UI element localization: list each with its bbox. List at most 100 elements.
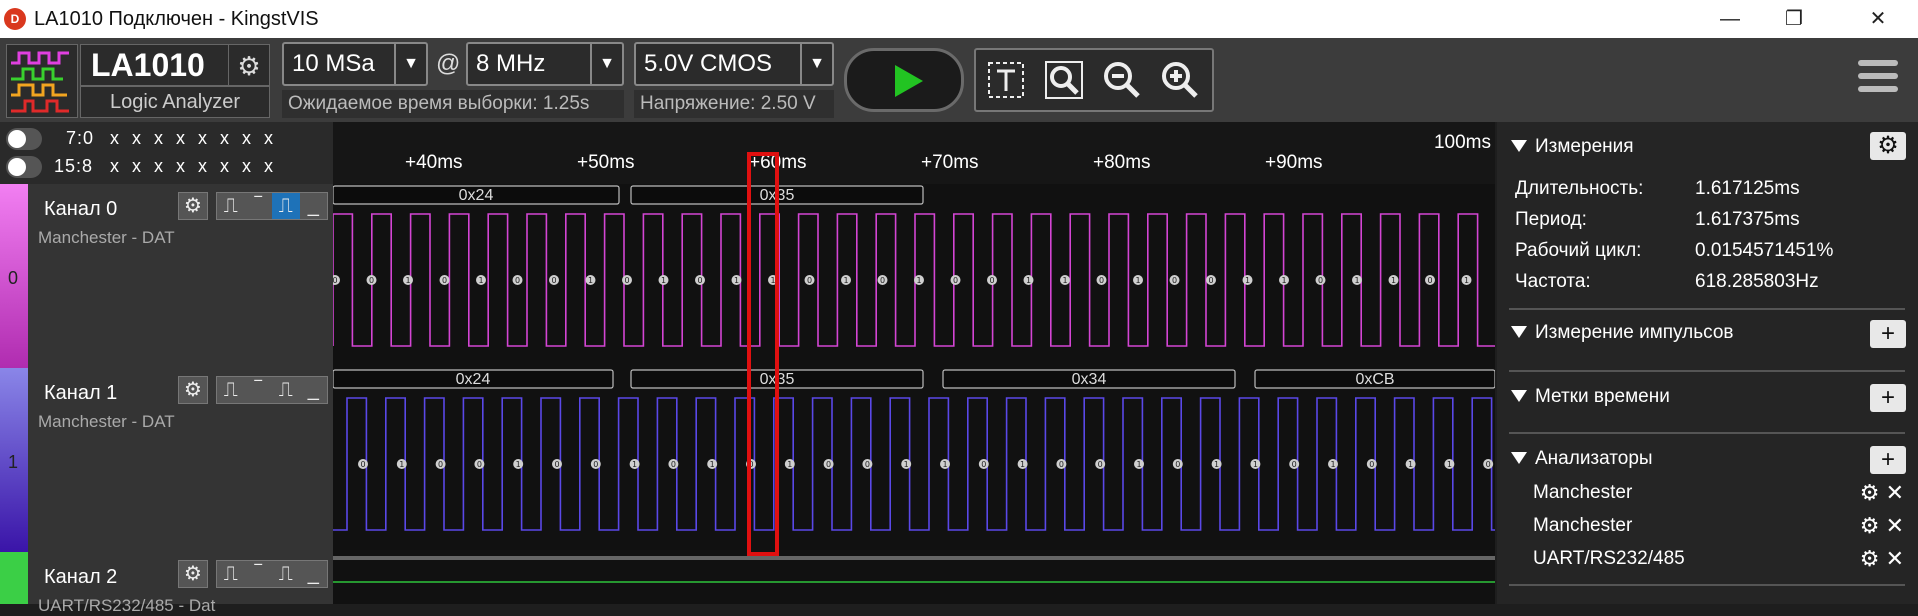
channel-settings-gear-icon[interactable]: ⚙ bbox=[178, 560, 208, 588]
channel-settings-gear-icon[interactable]: ⚙ bbox=[178, 376, 208, 404]
measurements-header[interactable]: Измерения bbox=[1511, 136, 1634, 158]
low-level-icon[interactable]: _ bbox=[300, 193, 328, 219]
gear-icon[interactable]: ⚙ bbox=[1860, 513, 1880, 538]
bit-marker-text: 1 bbox=[1330, 460, 1335, 469]
text-cursor-icon[interactable] bbox=[984, 60, 1028, 104]
rising-edge-icon[interactable]: ⎍ bbox=[217, 193, 245, 219]
analyzer-actions: ⚙ ✕ bbox=[1860, 546, 1904, 572]
highlight-box bbox=[747, 152, 779, 556]
bit-marker-text: 0 bbox=[1172, 276, 1177, 285]
minimize-button[interactable]: — bbox=[1700, 2, 1760, 36]
start-button[interactable] bbox=[844, 48, 964, 112]
bit-marker-text: 0 bbox=[1098, 460, 1103, 469]
bit-marker-text: 0 bbox=[369, 276, 374, 285]
close-icon[interactable]: ✕ bbox=[1886, 546, 1904, 571]
decode-label: 0x34 bbox=[1072, 371, 1107, 388]
analyzer-item[interactable]: Manchester bbox=[1533, 482, 1905, 504]
maximize-button[interactable]: ❐ bbox=[1764, 2, 1824, 36]
bit-marker-text: 1 bbox=[904, 460, 909, 469]
bit-group-label: 7:0 bbox=[66, 128, 95, 148]
bit-marker-text: 1 bbox=[1253, 460, 1258, 469]
toggle-switch[interactable] bbox=[6, 156, 42, 178]
frequency-select[interactable]: 8 MHz ▼ bbox=[466, 42, 624, 86]
close-icon[interactable]: ✕ bbox=[1886, 513, 1904, 538]
bit-marker-text: 1 bbox=[478, 276, 483, 285]
zoom-fit-icon[interactable] bbox=[1042, 60, 1086, 104]
add-pulse-measure-button[interactable]: + bbox=[1870, 320, 1906, 348]
measurements-settings-gear-icon[interactable]: ⚙ bbox=[1870, 132, 1906, 160]
bit-marker-text: 1 bbox=[1408, 460, 1413, 469]
bit-marker-text: 1 bbox=[734, 276, 739, 285]
trigger-controls: ⎍ ‾ ⎍ _ bbox=[216, 376, 328, 404]
high-level-icon[interactable]: ‾ bbox=[245, 561, 273, 587]
zoom-out-icon[interactable] bbox=[1100, 60, 1144, 104]
ruler-tick-label: +40ms bbox=[405, 152, 463, 173]
waveform-canvas: 0 0 1 0 1 0 0 1 0 1 0 1 1 0 1 0 1 0 0 1 1 0 1 0 0 1 1 0 1 1 0 1 0 1 0 0 1 0 0… bbox=[330, 185, 1511, 583]
decode-label: 0x24 bbox=[459, 187, 494, 204]
bit-marker-text: 1 bbox=[632, 460, 637, 469]
add-time-mark-button[interactable]: + bbox=[1870, 384, 1906, 412]
voltage-standard-select[interactable]: 5.0V CMOS ▼ bbox=[634, 42, 834, 86]
analyzer-item[interactable]: UART/RS232/485 bbox=[1533, 548, 1905, 570]
play-icon bbox=[895, 65, 923, 97]
divider bbox=[1509, 370, 1905, 372]
zoom-in-icon[interactable] bbox=[1158, 60, 1202, 104]
time-ruler[interactable]: +40ms +50ms +60ms +70ms +80ms +90ms 100m… bbox=[333, 122, 1495, 184]
close-icon[interactable]: ✕ bbox=[1886, 480, 1904, 505]
high-level-icon[interactable]: ‾ bbox=[245, 377, 273, 403]
bit-marker-text: 1 bbox=[1135, 276, 1140, 285]
channel-2-row[interactable]: Канал 2 UART/RS232/485 - Dat ⚙ ⎍ ‾ ⎍ _ bbox=[0, 552, 333, 615]
window-titlebar: D LA1010 Подключен - KingstVIS — ❐ ✕ bbox=[0, 0, 1918, 38]
at-symbol: @ bbox=[436, 50, 461, 77]
bit-marker-text: 0 bbox=[953, 276, 958, 285]
bit-marker-text: 1 bbox=[1062, 276, 1067, 285]
bit-marker-text: 1 bbox=[916, 276, 921, 285]
channel-name: Канал 2 bbox=[44, 566, 118, 588]
channel-index: 1 bbox=[8, 452, 19, 472]
low-level-icon[interactable]: _ bbox=[300, 377, 328, 403]
collapse-triangle-icon bbox=[1511, 326, 1527, 338]
toggle-switch[interactable] bbox=[6, 128, 42, 150]
falling-edge-icon[interactable]: ⎍ bbox=[272, 193, 300, 219]
ruler-tick-label: +90ms bbox=[1265, 152, 1323, 173]
bit-marker-text: 0 bbox=[624, 276, 629, 285]
rising-edge-icon[interactable]: ⎍ bbox=[217, 377, 245, 403]
high-level-icon[interactable]: ‾ bbox=[245, 193, 273, 219]
hamburger-menu-icon[interactable] bbox=[1858, 60, 1898, 96]
chevron-down-icon: ▼ bbox=[394, 44, 426, 84]
channel-1-row[interactable]: 1 Канал 1 Manchester - DAT ⚙ ⎍ ‾ ⎍ _ bbox=[0, 368, 333, 552]
gear-icon[interactable]: ⚙ bbox=[1860, 546, 1880, 571]
gear-icon[interactable]: ⚙ bbox=[1860, 480, 1880, 505]
channel-0-waveform: 00101001010110101001101001101101 bbox=[330, 213, 1497, 347]
analyzer-item[interactable]: Manchester bbox=[1533, 515, 1905, 537]
falling-edge-icon[interactable]: ⎍ bbox=[272, 377, 300, 403]
device-logo-icon bbox=[6, 44, 78, 118]
channel-color-bar bbox=[0, 552, 28, 604]
voltage-standard-value: 5.0V CMOS bbox=[644, 50, 773, 77]
falling-edge-icon[interactable]: ⎍ bbox=[272, 561, 300, 587]
close-button[interactable]: ✕ bbox=[1848, 2, 1908, 36]
device-subtitle: Logic Analyzer bbox=[80, 86, 270, 118]
channel-name: Канал 0 bbox=[44, 198, 118, 220]
device-settings-gear-icon[interactable]: ⚙ bbox=[228, 44, 270, 86]
bit-marker-text: 0 bbox=[697, 276, 702, 285]
pulse-measure-header[interactable]: Измерение импульсов bbox=[1511, 322, 1734, 344]
waveform-area[interactable]: 0 0 1 0 1 0 0 1 0 1 0 1 1 0 1 0 1 0 0 1 1 0 1 0 0 1 1 0 1 1 0 1 0 1 0 0 1 0 0… bbox=[330, 152, 1511, 604]
channel-protocol: UART/RS232/485 - Dat bbox=[38, 596, 216, 615]
bit-marker-text: 0 bbox=[989, 276, 994, 285]
add-analyzer-button[interactable]: + bbox=[1870, 446, 1906, 474]
sample-rate-select[interactable]: 10 MSa ▼ bbox=[282, 42, 428, 86]
collapse-triangle-icon bbox=[1511, 452, 1527, 464]
bit-marker-text: 1 bbox=[1281, 276, 1286, 285]
bit-marker-text: 0 bbox=[981, 460, 986, 469]
main-toolbar: LA1010 ⚙ Logic Analyzer 10 MSa ▼ @ 8 MHz… bbox=[0, 38, 1918, 122]
channel-0-row[interactable]: 0 Канал 0 Manchester - DAT ⚙ ⎍ ‾ ⎍ _ bbox=[0, 184, 333, 368]
bit-marker-text: 0 bbox=[477, 460, 482, 469]
analyzers-header[interactable]: Анализаторы bbox=[1511, 448, 1653, 470]
rising-edge-icon[interactable]: ⎍ bbox=[217, 561, 245, 587]
channel-settings-gear-icon[interactable]: ⚙ bbox=[178, 192, 208, 220]
bit-marker-text: 0 bbox=[1059, 460, 1064, 469]
bit-marker-text: 1 bbox=[1354, 276, 1359, 285]
low-level-icon[interactable]: _ bbox=[300, 561, 328, 587]
time-marks-header[interactable]: Метки времени bbox=[1511, 386, 1670, 408]
